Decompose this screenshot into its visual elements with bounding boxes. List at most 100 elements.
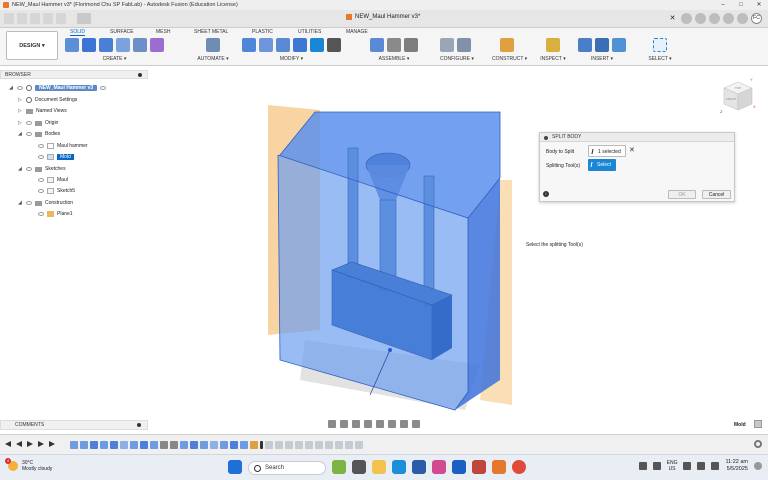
- timeline-feature[interactable]: [335, 441, 343, 449]
- tab-solid[interactable]: SOLID: [70, 29, 86, 36]
- info-icon[interactable]: i: [543, 191, 549, 197]
- look-at-icon[interactable]: [340, 420, 348, 428]
- revolve-icon[interactable]: [99, 38, 113, 52]
- move-copy-icon[interactable]: [327, 38, 341, 52]
- modify-menu[interactable]: MODIFY ▾: [242, 56, 341, 62]
- redo-icon[interactable]: [56, 13, 66, 24]
- start-icon[interactable]: [228, 460, 242, 474]
- store-icon[interactable]: [412, 460, 426, 474]
- tab-plastic[interactable]: PLASTIC: [252, 29, 273, 35]
- tree-bodies[interactable]: ◢ Bodies: [18, 129, 60, 139]
- tab-surface[interactable]: SURFACE: [110, 29, 134, 35]
- wifi-icon[interactable]: [683, 462, 692, 470]
- undo-icon[interactable]: [43, 13, 53, 24]
- visibility-icon[interactable]: [17, 86, 23, 90]
- fit-icon[interactable]: [376, 420, 384, 428]
- clear-selection-icon[interactable]: ✕: [629, 146, 635, 154]
- display-settings-icon[interactable]: [388, 420, 396, 428]
- close-window-button[interactable]: ✕: [750, 0, 768, 10]
- joint-icon[interactable]: [387, 38, 401, 52]
- body-to-split-selection[interactable]: 1 selected: [588, 145, 626, 157]
- visibility-icon[interactable]: [38, 189, 44, 193]
- timeline-feature[interactable]: [230, 441, 238, 449]
- create-menu[interactable]: CREATE ▾: [65, 56, 164, 62]
- extensions-icon[interactable]: [695, 13, 706, 24]
- close-tab-icon[interactable]: ✕: [667, 13, 678, 24]
- timeline-feature[interactable]: [220, 441, 228, 449]
- extrude-icon[interactable]: [82, 38, 96, 52]
- copilot-icon[interactable]: [432, 460, 446, 474]
- user-avatar[interactable]: FC: [751, 13, 762, 24]
- tab-mesh[interactable]: MESH: [156, 29, 170, 35]
- timeline-feature[interactable]: [275, 441, 283, 449]
- insert-menu[interactable]: INSERT ▾: [578, 56, 626, 62]
- viewports-icon[interactable]: [412, 420, 420, 428]
- ok-button[interactable]: OK: [668, 190, 696, 199]
- timeline-settings-icon[interactable]: [754, 440, 762, 448]
- notification-center-icon[interactable]: [754, 462, 762, 470]
- assemble-menu[interactable]: ASSEMBLE ▾: [370, 56, 418, 62]
- tab-manage[interactable]: MANAGE: [346, 29, 368, 35]
- timeline-feature[interactable]: [190, 441, 198, 449]
- task-view-icon[interactable]: [352, 460, 366, 474]
- tree-sketch-sketch5[interactable]: Sketch5: [38, 186, 75, 196]
- fusion-taskbar-icon[interactable]: [492, 460, 506, 474]
- as-built-joint-icon[interactable]: [404, 38, 418, 52]
- grid-settings-icon[interactable]: [400, 420, 408, 428]
- visibility-icon[interactable]: [38, 178, 44, 182]
- configure-table-icon[interactable]: [440, 38, 454, 52]
- select-menu[interactable]: SELECT ▾: [646, 56, 674, 62]
- timeline-feature[interactable]: [70, 441, 78, 449]
- timeline-feature[interactable]: [250, 441, 258, 449]
- onedrive-icon[interactable]: [652, 462, 661, 470]
- form-icon[interactable]: [150, 38, 164, 52]
- hole-icon[interactable]: [116, 38, 130, 52]
- widgets-icon[interactable]: [332, 460, 346, 474]
- measure-icon[interactable]: [546, 38, 560, 52]
- browser-pin-icon[interactable]: [138, 73, 142, 77]
- visibility-icon[interactable]: [26, 132, 32, 136]
- press-pull-icon[interactable]: [242, 38, 256, 52]
- step-back-icon[interactable]: [16, 441, 22, 447]
- timeline-feature[interactable]: [80, 441, 88, 449]
- timeline-feature[interactable]: [265, 441, 273, 449]
- timeline-feature[interactable]: [210, 441, 218, 449]
- clock[interactable]: 11:22 am 5/5/2025: [725, 459, 748, 473]
- comments-add-icon[interactable]: [137, 423, 141, 427]
- visibility-icon[interactable]: [26, 201, 32, 205]
- go-to-end-icon[interactable]: [49, 441, 55, 447]
- visibility-icon[interactable]: [26, 167, 32, 171]
- weather-widget[interactable]: 4 30°C Mostly cloudy: [5, 458, 52, 472]
- volume-icon[interactable]: [697, 462, 706, 470]
- go-to-start-icon[interactable]: [5, 441, 11, 447]
- save-icon[interactable]: [30, 13, 40, 24]
- tree-sketch-maul[interactable]: Maul: [38, 175, 68, 185]
- data-panel-icon[interactable]: [4, 13, 14, 24]
- tree-origin[interactable]: ▷ Origin: [18, 118, 58, 128]
- tab-sheet-metal[interactable]: SHEET METAL: [194, 29, 228, 35]
- comments-panel[interactable]: COMMENTS: [0, 420, 148, 430]
- language-indicator[interactable]: ENG US: [667, 460, 678, 472]
- tree-sketches[interactable]: ◢ Sketches: [18, 164, 66, 174]
- canvas-viewport[interactable]: [148, 66, 768, 416]
- new-component-icon[interactable]: [370, 38, 384, 52]
- timeline-feature[interactable]: [110, 441, 118, 449]
- create-sketch-icon[interactable]: [65, 38, 79, 52]
- home-icon[interactable]: [77, 13, 91, 24]
- timeline-feature[interactable]: [315, 441, 323, 449]
- document-tab[interactable]: NEW_Maul Hammer v3*: [346, 14, 420, 20]
- splitting-tool-select-button[interactable]: Select: [588, 159, 616, 171]
- timeline-feature[interactable]: [150, 441, 158, 449]
- visibility-icon[interactable]: [26, 121, 32, 125]
- play-icon[interactable]: [27, 441, 33, 447]
- pattern-icon[interactable]: [133, 38, 147, 52]
- cancel-button[interactable]: Cancel: [702, 190, 731, 199]
- pan-icon[interactable]: [352, 420, 360, 428]
- inspect-menu[interactable]: INSPECT ▾: [540, 56, 566, 62]
- tree-named-views[interactable]: ▷ Named Views: [18, 106, 67, 116]
- insert-derive-icon[interactable]: [578, 38, 592, 52]
- taskbar-search[interactable]: Search: [248, 461, 326, 475]
- construct-menu[interactable]: CONSTRUCT ▾: [492, 56, 527, 62]
- chamfer-icon[interactable]: [276, 38, 290, 52]
- tree-plane1[interactable]: Plane1: [38, 209, 73, 219]
